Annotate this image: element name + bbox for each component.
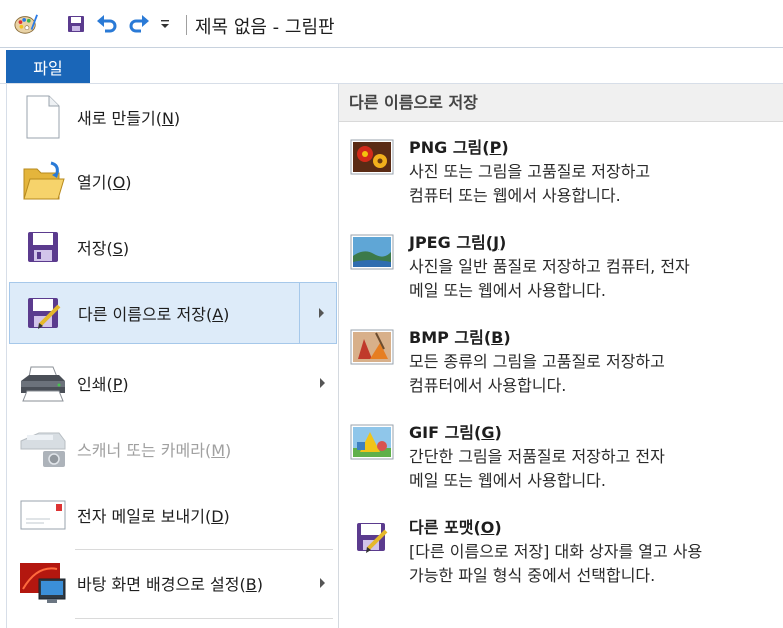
quick-save-icon[interactable]: [64, 12, 88, 36]
redo-icon[interactable]: [127, 12, 151, 36]
menu-item-print[interactable]: 인쇄(P): [9, 352, 337, 414]
access-key: D: [211, 507, 224, 526]
access-key: S: [112, 239, 123, 258]
access-key: B: [245, 575, 257, 594]
other-format-icon: [349, 518, 395, 556]
save-as-jpeg-option[interactable]: JPEG 그림(J) 사진을 일반 품질로 저장하고 컴퓨터, 전자 메일 또는 …: [339, 225, 783, 319]
gif-image-icon: [349, 423, 395, 461]
menu-separator: [75, 618, 333, 619]
menu-item-label: 다른 이름으로 저장: [78, 305, 206, 324]
access-key: P: [112, 375, 123, 394]
save-as-bmp-option[interactable]: BMP 그림(B) 모든 종류의 그림을 고품질로 저장하고 컴퓨터에서 사용합니…: [339, 320, 783, 414]
menu-item-new[interactable]: 새로 만들기(N): [9, 86, 337, 148]
option-description: 간단한 그림을 저품질로 저장하고 전자: [409, 447, 665, 466]
title-separator: [186, 15, 187, 35]
menu-item-save[interactable]: 저장(S): [9, 216, 337, 278]
option-description: 컴퓨터 또는 웹에서 사용합니다.: [409, 186, 621, 205]
menu-item-label: 바탕 화면 배경으로 설정: [77, 575, 240, 594]
option-title: GIF 그림: [409, 423, 475, 442]
menu-item-label: 전자 메일로 보내기: [77, 507, 205, 526]
save-floppy-icon: [19, 223, 67, 271]
title-bar: 제목 없음 - 그림판: [0, 0, 783, 48]
access-key: O: [112, 173, 126, 192]
option-title: PNG 그림: [409, 138, 483, 157]
desktop-background-icon: [19, 559, 67, 607]
jpeg-image-icon: [349, 233, 395, 271]
save-as-panel-header: 다른 이름으로 저장: [339, 84, 783, 122]
printer-icon: [19, 359, 67, 407]
access-key: P: [489, 138, 502, 157]
ribbon-tab-bar: 파일: [0, 48, 783, 84]
option-description: [다른 이름으로 저장] 대화 상자를 열고 사용: [409, 542, 703, 561]
menu-item-open[interactable]: 열기(O): [9, 150, 337, 212]
menu-item-label: 저장: [77, 239, 107, 258]
option-description: 가능한 파일 형식 중에서 선택합니다.: [409, 566, 656, 585]
option-title: BMP 그림: [409, 328, 484, 347]
option-description: 사진을 일반 품질로 저장하고 컴퓨터, 전자: [409, 257, 690, 276]
option-description: 메일 또는 웹에서 사용합니다.: [409, 471, 606, 490]
undo-icon[interactable]: [95, 12, 119, 36]
submenu-arrow-icon: [319, 308, 324, 318]
email-envelope-icon: [19, 491, 67, 539]
option-title: 다른 포맷: [409, 518, 474, 537]
menu-item-label: 인쇄: [77, 375, 107, 394]
option-description: 모든 종류의 그림을 고품질로 저장하고: [409, 352, 665, 371]
access-key: O: [480, 518, 495, 537]
menu-item-label: 스캐너 또는 카메라: [77, 441, 205, 460]
option-description: 메일 또는 웹에서 사용합니다.: [409, 281, 606, 300]
submenu-arrow-icon: [320, 578, 325, 588]
menu-item-label: 열기: [77, 173, 107, 192]
access-key: M: [211, 441, 225, 460]
submenu-arrow-icon: [320, 378, 325, 388]
new-document-icon: [19, 93, 67, 141]
file-menu-commands: 새로 만들기(N) 열기(O) 저장(S) 다른 이름으로 저장(A) 인쇄(P…: [7, 84, 339, 628]
option-description: 사진 또는 그림을 고품질로 저장하고: [409, 162, 651, 181]
window-title: 제목 없음 - 그림판: [195, 17, 335, 38]
access-key: G: [481, 423, 495, 442]
menu-item-save-as[interactable]: 다른 이름으로 저장(A): [9, 282, 337, 344]
save-as-other-format-option[interactable]: 다른 포맷(O) [다른 이름으로 저장] 대화 상자를 열고 사용 가능한 파일…: [339, 510, 783, 604]
access-key: N: [161, 109, 174, 128]
open-folder-icon: [19, 157, 67, 205]
png-image-icon: [349, 138, 395, 176]
menu-item-set-desktop-background[interactable]: 바탕 화면 배경으로 설정(B): [9, 552, 337, 614]
save-as-submenu-toggle[interactable]: [299, 283, 336, 343]
file-backstage-menu: 새로 만들기(N) 열기(O) 저장(S) 다른 이름으로 저장(A) 인쇄(P…: [6, 84, 783, 628]
menu-separator: [75, 549, 333, 550]
save-as-icon: [20, 289, 68, 337]
paint-app-icon[interactable]: [14, 12, 38, 36]
save-as-gif-option[interactable]: GIF 그림(G) 간단한 그림을 저품질로 저장하고 전자 메일 또는 웹에서 …: [339, 415, 783, 509]
option-title: JPEG 그림: [409, 233, 486, 252]
bmp-image-icon: [349, 328, 395, 366]
save-as-panel: 다른 이름으로 저장 PNG 그림(P) 사진 또는 그림을 고품질로 저장하고…: [339, 84, 783, 628]
menu-item-scanner-camera: 스캐너 또는 카메라(M): [9, 418, 337, 480]
file-tab[interactable]: 파일: [6, 50, 90, 83]
option-description: 컴퓨터에서 사용합니다.: [409, 376, 567, 395]
access-key: A: [212, 305, 224, 324]
customize-toolbar-dropdown-icon[interactable]: [153, 12, 177, 36]
menu-item-send-email[interactable]: 전자 메일로 보내기(D): [9, 484, 337, 546]
access-key: B: [491, 328, 504, 347]
save-as-png-option[interactable]: PNG 그림(P) 사진 또는 그림을 고품질로 저장하고 컴퓨터 또는 웹에서 …: [339, 130, 783, 224]
menu-item-label: 새로 만들기: [77, 109, 156, 128]
scanner-camera-icon: [19, 425, 67, 473]
access-key: J: [493, 233, 500, 252]
